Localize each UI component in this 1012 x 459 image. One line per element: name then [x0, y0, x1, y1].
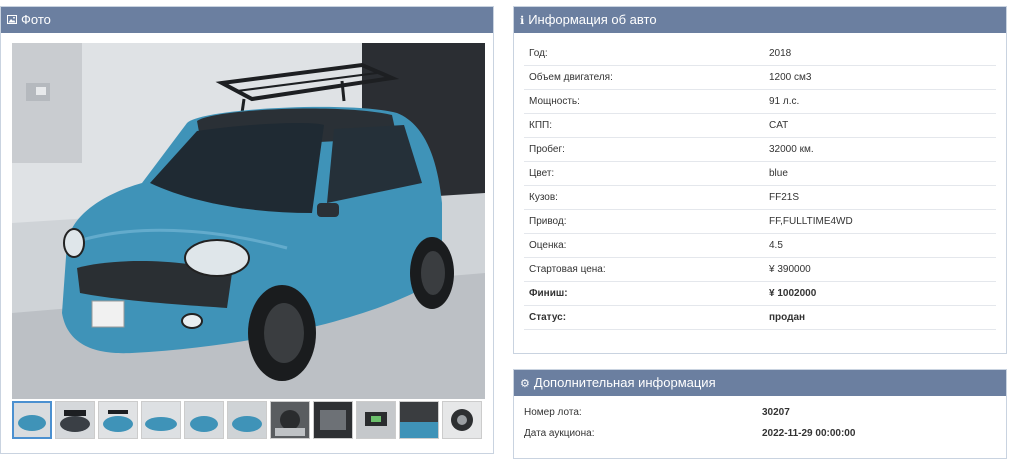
thumbnail[interactable]: [12, 401, 52, 439]
info-row: Оценка: 4.5: [524, 233, 996, 258]
info-value: 1200 см3: [764, 65, 996, 90]
info-label: Дата аукциона:: [524, 428, 595, 439]
car-info-table: Год: 2018 Объем двигателя: 1200 см3 Мощность…: [524, 42, 996, 330]
info-value: CAT: [764, 113, 996, 138]
info-value: blue: [764, 161, 996, 186]
info-row: Номер лота: 30207: [519, 402, 999, 423]
car-info-panel: ℹ Информация об авто Год: 2018 Объем двигат…: [513, 6, 1007, 354]
photo-panel: Фото: [0, 6, 494, 454]
thumbnail[interactable]: [356, 401, 396, 439]
thumbnail-strip: [12, 401, 485, 443]
info-row: Цвет: blue: [524, 161, 996, 186]
info-value: 32000 км.: [764, 137, 996, 162]
info-row: Привод: FF,FULLTIME4WD: [524, 209, 996, 234]
info-row: Статус: продан: [524, 305, 996, 330]
info-value: FF21S: [764, 185, 996, 210]
info-row: Финиш: ¥ 1002000: [524, 281, 996, 306]
info-icon: ℹ: [520, 15, 525, 27]
info-value: 4.5: [764, 233, 996, 258]
info-value: ¥ 1002000: [764, 281, 996, 306]
info-label: Кузов:: [524, 185, 764, 210]
info-row: Дата аукциона: 2022-11-29 00:00:00: [519, 423, 999, 444]
thumbnail[interactable]: [55, 401, 95, 439]
info-label: Статус:: [524, 305, 764, 330]
info-label: Цвет:: [524, 161, 764, 186]
info-label: Пробег:: [524, 137, 764, 162]
info-row: Стартовая цена: ¥ 390000: [524, 257, 996, 282]
thumbnail[interactable]: [227, 401, 267, 439]
info-row: КПП: CAT: [524, 113, 996, 138]
info-row: Пробег: 32000 км.: [524, 137, 996, 162]
info-value: 30207: [762, 407, 790, 418]
cogs-icon: ⚙: [520, 378, 530, 390]
info-value: ¥ 390000: [764, 257, 996, 282]
extra-info-panel-header: ⚙ Дополнительная информация: [514, 370, 1006, 396]
thumbnail[interactable]: [399, 401, 439, 439]
info-label: Финиш:: [524, 281, 764, 306]
extra-info-panel-title: Дополнительная информация: [533, 375, 716, 390]
info-value: 91 л.с.: [764, 89, 996, 114]
extra-info-panel: ⚙ Дополнительная информация Номер лота: 30…: [513, 369, 1007, 459]
extra-info-table: Номер лота: 30207 Дата аукциона: 2022-11-29…: [519, 402, 999, 444]
info-value: 2022-11-29 00:00:00: [762, 428, 856, 439]
info-label: Год:: [524, 42, 764, 66]
info-value: FF,FULLTIME4WD: [764, 209, 996, 234]
info-row: Кузов: FF21S: [524, 185, 996, 210]
info-value: продан: [764, 305, 996, 330]
info-label: Объем двигателя:: [524, 65, 764, 90]
info-label: Мощность:: [524, 89, 764, 114]
car-info-panel-title: Информация об авто: [528, 12, 657, 27]
thumbnail[interactable]: [313, 401, 353, 439]
thumbnail[interactable]: [141, 401, 181, 439]
photo-panel-header: Фото: [1, 7, 493, 33]
photo-panel-title: Фото: [21, 12, 51, 27]
info-label: Привод:: [524, 209, 764, 234]
main-car-photo[interactable]: [12, 43, 485, 399]
info-row: Объем двигателя: 1200 см3: [524, 65, 996, 90]
thumbnail[interactable]: [270, 401, 310, 439]
thumbnail[interactable]: [184, 401, 224, 439]
info-label: Номер лота:: [524, 407, 582, 418]
thumbnail[interactable]: [98, 401, 138, 439]
info-label: Оценка:: [524, 233, 764, 258]
car-info-panel-header: ℹ Информация об авто: [514, 7, 1006, 33]
thumbnail[interactable]: [442, 401, 482, 439]
image-icon: [7, 8, 17, 34]
info-row: Мощность: 91 л.с.: [524, 89, 996, 114]
info-value: 2018: [764, 42, 996, 66]
info-label: Стартовая цена:: [524, 257, 764, 282]
info-label: КПП:: [524, 113, 764, 138]
info-row: Год: 2018: [524, 42, 996, 66]
